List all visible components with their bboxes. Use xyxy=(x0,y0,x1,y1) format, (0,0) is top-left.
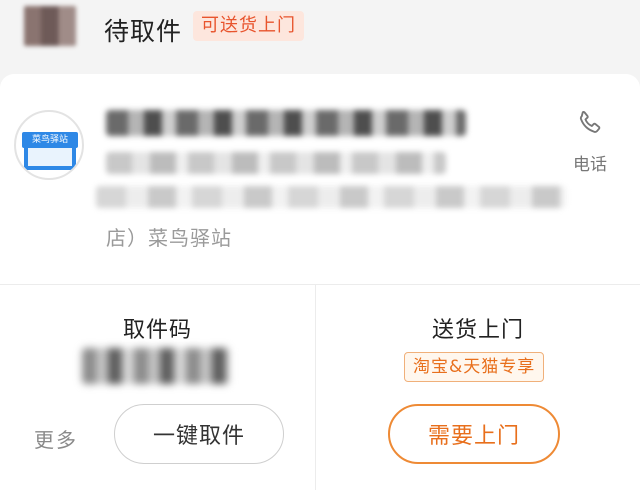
station-logo-text: 菜鸟驿站 xyxy=(22,132,78,148)
address-line-blurred xyxy=(96,186,566,208)
call-station-button[interactable]: 电话 xyxy=(566,108,614,178)
address-line-blurred xyxy=(106,152,446,174)
phone-icon xyxy=(579,111,601,133)
pickup-card: 菜鸟驿站 店）菜鸟驿站 电话 取件码 更多 一键取件 送货上门 淘宝&天猫专享 … xyxy=(0,74,640,490)
package-pickup-screen: 待取件 可送货上门 菜鸟驿站 店）菜鸟驿站 电话 取件码 更多 一键取件 送货上… xyxy=(0,0,640,490)
pickup-code-blurred xyxy=(82,348,230,384)
station-logo: 菜鸟驿站 xyxy=(14,110,84,180)
pickup-code-title: 取件码 xyxy=(122,318,192,343)
phone-label: 电话 xyxy=(573,155,607,175)
one-click-pickup-button[interactable]: 一键取件 xyxy=(114,404,284,464)
status-title: 待取件 xyxy=(104,17,183,46)
header: 待取件 可送货上门 xyxy=(0,0,640,62)
building-icon xyxy=(24,148,76,170)
more-button[interactable]: 更多 xyxy=(34,424,78,453)
request-door-delivery-button[interactable]: 需要上门 xyxy=(388,404,560,464)
section-divider xyxy=(0,284,640,285)
delivery-available-badge: 可送货上门 xyxy=(193,11,304,41)
avatar xyxy=(24,6,76,46)
door-delivery-title: 送货上门 xyxy=(431,318,524,343)
station-address-tail: 店）菜鸟驿站 xyxy=(106,226,232,250)
taobao-tmall-exclusive-badge: 淘宝&天猫专享 xyxy=(404,352,545,382)
address-line-blurred xyxy=(106,110,466,136)
